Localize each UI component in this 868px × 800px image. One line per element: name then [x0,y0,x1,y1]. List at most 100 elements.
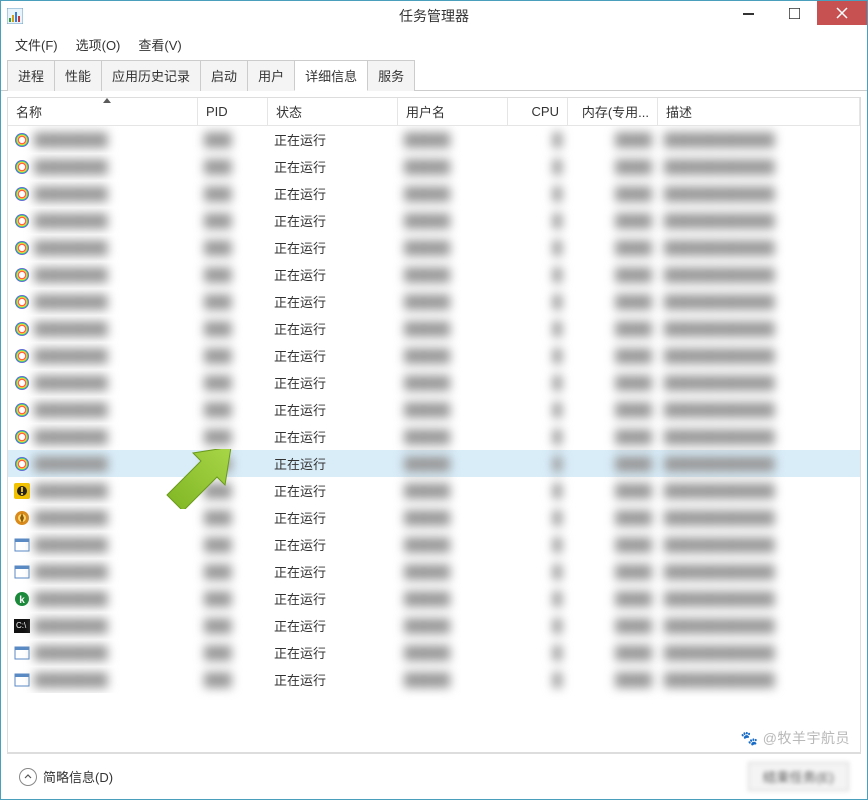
amber-circle-icon [14,510,30,526]
cell-name: ████████ [8,504,198,531]
minimize-button[interactable] [725,1,771,25]
cell-mem: ████ [568,477,658,504]
tab-3[interactable]: 启动 [200,60,248,91]
cell-cpu: █ [508,369,568,396]
table-row[interactable]: ███████████正在运行██████████████████████ [8,342,860,369]
table-row[interactable]: ███████████正在运行██████████████████████ [8,423,860,450]
table-row[interactable]: ███████████正在运行██████████████████████ [8,369,860,396]
col-header-desc[interactable]: 描述 [658,98,860,125]
table-row[interactable]: ███████████正在运行██████████████████████ [8,558,860,585]
col-header-name[interactable]: 名称 [8,98,198,125]
cell-mem: ████ [568,315,658,342]
cell-pid: ███ [198,261,268,288]
cell-mem: ████ [568,639,658,666]
cell-desc: ████████████ [658,504,860,531]
tab-1[interactable]: 性能 [54,60,102,91]
table-row[interactable]: ███████████正在运行██████████████████████ [8,261,860,288]
table-row[interactable]: ███████████正在运行██████████████████████ [8,450,860,477]
table-row[interactable]: ███████████正在运行██████████████████████ [8,639,860,666]
cell-name: ████████ [8,234,198,261]
menu-file[interactable]: 文件(F) [7,32,66,57]
end-task-button[interactable]: 结束任务(E) [748,762,849,791]
cell-cpu: █ [508,585,568,612]
table-row[interactable]: ███████████正在运行██████████████████████ [8,288,860,315]
table-row[interactable]: k███████████正在运行██████████████████████ [8,585,860,612]
cell-user: █████ [398,234,508,261]
table-body[interactable]: ███████████正在运行█████████████████████████… [8,126,860,752]
cell-pid: ███ [198,585,268,612]
cell-pid: ███ [198,450,268,477]
cell-user: █████ [398,153,508,180]
cell-user: █████ [398,396,508,423]
col-header-user[interactable]: 用户名 [398,98,508,125]
rainbow-circle-icon [14,402,30,418]
tab-2[interactable]: 应用历史记录 [101,60,201,91]
cell-status: 正在运行 [268,126,398,153]
window-title: 任务管理器 [399,6,469,26]
tab-0[interactable]: 进程 [7,60,55,91]
col-header-cpu[interactable]: CPU [508,98,568,125]
maximize-button[interactable] [771,1,817,25]
table-row[interactable]: ███████████正在运行██████████████████████ [8,126,860,153]
cell-status: 正在运行 [268,180,398,207]
cell-desc: ████████████ [658,558,860,585]
cell-name: ████████ [8,369,198,396]
menu-view[interactable]: 查看(V) [130,32,189,57]
cell-user: █████ [398,477,508,504]
table-row[interactable]: ███████████正在运行██████████████████████ [8,396,860,423]
cell-cpu: █ [508,450,568,477]
cell-cpu: █ [508,504,568,531]
cell-cpu: █ [508,261,568,288]
cell-desc: ████████████ [658,207,860,234]
table-row[interactable]: ███████████正在运行██████████████████████ [8,180,860,207]
process-table: 名称 PID 状态 用户名 CPU 内存(专用... 描述 ██████████… [7,97,861,753]
close-button[interactable] [817,1,867,25]
table-row[interactable]: ███████████正在运行██████████████████████ [8,315,860,342]
table-row[interactable]: ███████████正在运行██████████████████████ [8,153,860,180]
table-header: 名称 PID 状态 用户名 CPU 内存(专用... 描述 [8,98,860,126]
cell-name: ████████ [8,477,198,504]
cell-user: █████ [398,639,508,666]
rainbow-circle-icon [14,267,30,283]
tabbar: 进程性能应用历史记录启动用户详细信息服务 [1,59,867,91]
cell-name: ████████ [8,342,198,369]
tab-4[interactable]: 用户 [247,60,295,91]
cell-user: █████ [398,261,508,288]
table-row[interactable]: ███████████正在运行██████████████████████ [8,666,860,693]
table-row[interactable]: ███████████正在运行██████████████████████ [8,477,860,504]
table-row[interactable]: ███████████正在运行██████████████████████ [8,207,860,234]
cell-mem: ████ [568,153,658,180]
table-row[interactable]: ███████████正在运行██████████████████████ [8,531,860,558]
cell-user: █████ [398,315,508,342]
table-row[interactable]: ███████████正在运行██████████████████████ [8,504,860,531]
cell-pid: ███ [198,558,268,585]
cell-mem: ████ [568,450,658,477]
tab-6[interactable]: 服务 [367,60,415,91]
col-header-status[interactable]: 状态 [268,98,398,125]
col-header-mem[interactable]: 内存(专用... [568,98,658,125]
cell-name: k████████ [8,585,198,612]
warning-icon [14,483,30,499]
fewer-details-label: 简略信息(D) [43,767,113,786]
cell-desc: ████████████ [658,666,860,693]
rainbow-circle-icon [14,294,30,310]
table-row[interactable]: ███████████正在运行██████████████████████ [8,234,860,261]
titlebar[interactable]: 任务管理器 [1,1,867,31]
window-icon [14,564,30,580]
cell-desc: ████████████ [658,369,860,396]
tab-5[interactable]: 详细信息 [294,60,368,91]
table-row[interactable]: C:\███████████正在运行██████████████████████ [8,612,860,639]
content-area: 名称 PID 状态 用户名 CPU 内存(专用... 描述 ██████████… [1,91,867,799]
cell-pid: ███ [198,369,268,396]
cell-user: █████ [398,612,508,639]
cell-pid: ███ [198,504,268,531]
fewer-details-button[interactable]: 简略信息(D) [19,767,113,786]
cell-mem: ████ [568,666,658,693]
rainbow-circle-icon [14,321,30,337]
cell-cpu: █ [508,126,568,153]
cell-cpu: █ [508,396,568,423]
col-header-pid[interactable]: PID [198,98,268,125]
menu-options[interactable]: 选项(O) [68,32,129,57]
cell-user: █████ [398,342,508,369]
task-manager-window: 任务管理器 文件(F) 选项(O) 查看(V) 进程性能应用历史记录启动用户详细… [0,0,868,800]
